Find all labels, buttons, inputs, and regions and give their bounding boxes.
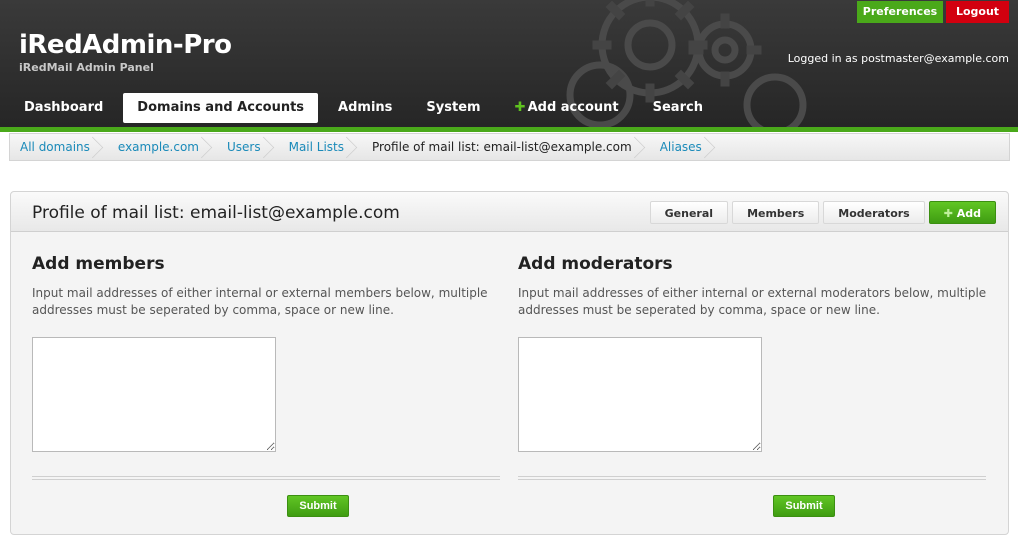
nav-dashboard[interactable]: Dashboard (10, 93, 117, 123)
members-textarea[interactable] (32, 337, 276, 452)
plus-icon: ✚ (943, 207, 953, 220)
nav-label: Domains and Accounts (137, 100, 305, 115)
breadcrumb-users[interactable]: Users (217, 134, 279, 160)
nav-search[interactable]: Search (639, 93, 717, 123)
tab-add-label: Add (956, 207, 981, 220)
breadcrumb-current: Profile of mail list: email-list@example… (362, 134, 650, 160)
plus-icon: ✚ (514, 100, 526, 115)
add-members-title: Add members (32, 254, 165, 274)
divider (518, 476, 986, 480)
breadcrumb: All domains example.com Users Mail Lists… (9, 133, 1010, 161)
header: iRedAdmin-Pro iRedMail Admin Panel Prefe… (0, 0, 1018, 127)
nav-label: Add account (527, 100, 619, 115)
add-moderators-title: Add moderators (518, 254, 673, 274)
panel-title: Profile of mail list: email-list@example… (32, 203, 400, 223)
panel-header: Profile of mail list: email-list@example… (11, 192, 1008, 232)
main-nav: Dashboard Domains and Accounts Admins Sy… (10, 93, 723, 123)
tab-general[interactable]: General (649, 201, 729, 224)
divider (32, 476, 500, 480)
breadcrumb-aliases[interactable]: Aliases (650, 134, 720, 160)
header-accent-bar (0, 127, 1018, 132)
breadcrumb-domain[interactable]: example.com (108, 134, 217, 160)
nav-label: System (426, 100, 481, 115)
add-moderators-description: Input mail addresses of either internal … (518, 286, 987, 317)
breadcrumb-all-domains[interactable]: All domains (10, 134, 108, 160)
nav-label: Search (652, 100, 703, 115)
nav-label: Admins (338, 100, 393, 115)
logout-link[interactable]: Logout (946, 1, 1009, 23)
preferences-link[interactable]: Preferences (857, 1, 943, 23)
logged-in-text: Logged in as postmaster@example.com (787, 52, 1009, 65)
nav-label: Dashboard (24, 100, 104, 115)
tab-moderators[interactable]: Moderators (823, 201, 925, 224)
mail-list-profile-panel: Profile of mail list: email-list@example… (10, 191, 1009, 535)
moderators-textarea[interactable] (518, 337, 762, 452)
nav-domains-and-accounts[interactable]: Domains and Accounts (123, 93, 319, 123)
top-links: Preferences Logout (857, 1, 1009, 23)
submit-members-button[interactable]: Submit (287, 495, 349, 517)
nav-add-account[interactable]: ✚ Add account (501, 93, 633, 123)
tab-add[interactable]: ✚ Add (928, 201, 996, 224)
tab-members[interactable]: Members (732, 201, 820, 224)
add-members-description: Input mail addresses of either internal … (32, 286, 488, 317)
brand-subtitle: iRedMail Admin Panel (19, 61, 154, 74)
breadcrumb-mail-lists[interactable]: Mail Lists (279, 134, 362, 160)
nav-admins[interactable]: Admins (324, 93, 406, 123)
profile-tabs: General Members Moderators ✚ Add (646, 201, 996, 224)
submit-moderators-button[interactable]: Submit (773, 495, 835, 517)
nav-system[interactable]: System (412, 93, 494, 123)
brand-title: iRedAdmin-Pro (19, 30, 232, 60)
